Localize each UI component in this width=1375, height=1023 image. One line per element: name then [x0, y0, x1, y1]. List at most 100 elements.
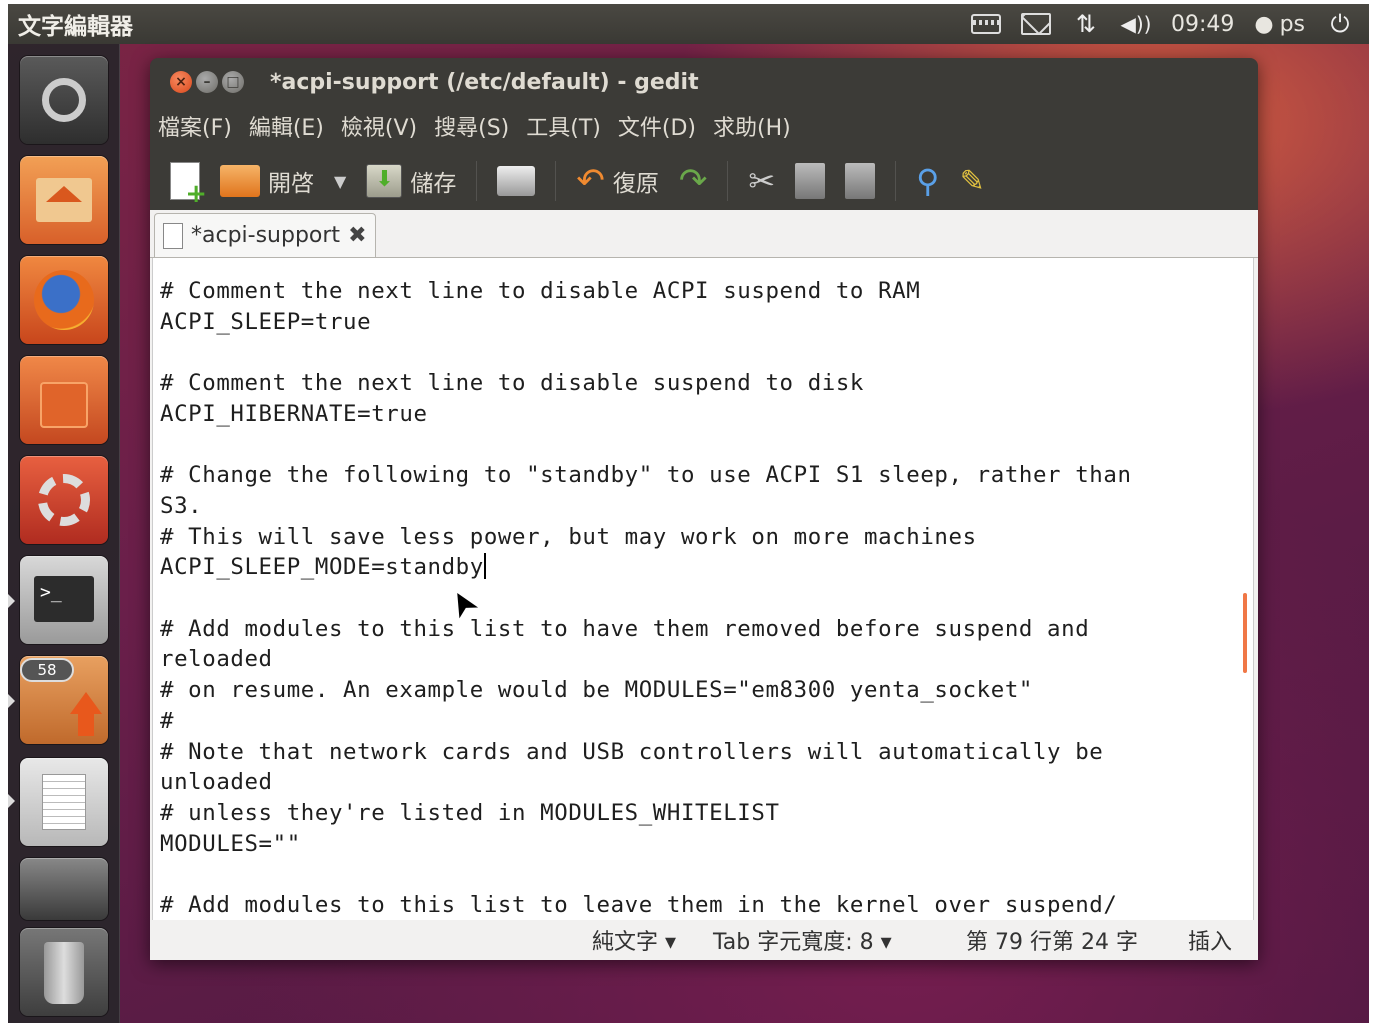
redo-button[interactable]: ↷	[673, 156, 714, 206]
power-icon[interactable]: ⏻	[1325, 10, 1355, 38]
software-center-launcher[interactable]	[20, 356, 108, 444]
workspace-switcher-launcher[interactable]	[20, 858, 108, 920]
menu-bar: 檔案(F) 編輯(E) 檢視(V) 搜尋(S) 工具(T) 文件(D) 求助(H…	[150, 106, 1258, 146]
gedit-window: × – □ *acpi-support (/etc/default) - ged…	[150, 58, 1258, 960]
new-button[interactable]	[164, 156, 207, 209]
code-line: S3.	[160, 492, 203, 519]
scrollbar-thumb[interactable]	[1243, 593, 1247, 673]
code-line: # Change the following to "standby" to u…	[160, 462, 1132, 489]
close-window-button[interactable]: ×	[170, 71, 192, 93]
cursor-position: 第 79 行第 24 字	[966, 930, 1138, 955]
menu-documents[interactable]: 文件(D)	[618, 110, 696, 142]
system-settings-launcher[interactable]	[20, 456, 108, 544]
save-label: 儲存	[410, 171, 457, 197]
ubuntu-logo-icon	[42, 78, 86, 122]
tab-strip: *acpi-support ✖	[150, 210, 1258, 258]
new-document-icon	[170, 162, 207, 209]
toolbar: 開啓 ▼ 儲存 ↶ 復原 ↷ ✂ ⚲	[150, 146, 1258, 216]
user-name: ps	[1279, 11, 1305, 37]
language-selector[interactable]: 純文字 ▾	[592, 924, 676, 956]
code-line: # This will save less power, but may wor…	[160, 523, 977, 550]
top-panel: 文字編輯器 ⇅ ◀)) 09:49 ● ps ⏻	[8, 4, 1369, 44]
open-label: 開啓	[268, 171, 314, 197]
document-pane: *acpi-support ✖ # Comment the next line …	[150, 210, 1258, 960]
undo-label: 復原	[612, 171, 659, 197]
terminal-launcher[interactable]: >_	[20, 556, 108, 644]
code-line: # Comment the next line to disable suspe…	[160, 370, 865, 397]
launcher: >_ 58	[8, 44, 120, 1023]
magnifier-icon: ⚲	[916, 162, 940, 200]
undo-button[interactable]: ↶ 復原	[570, 156, 665, 206]
save-button[interactable]: 儲存	[360, 156, 462, 206]
status-bar: 純文字 ▾ Tab 字元寬度: 8 ▾ 第 79 行第 24 字 插入	[150, 920, 1258, 960]
print-button[interactable]	[491, 156, 541, 206]
maximize-window-button[interactable]: □	[222, 71, 244, 93]
code-line: # Add modules to this list to leave them…	[160, 892, 1118, 919]
network-icon[interactable]: ⇅	[1071, 10, 1101, 38]
menu-edit[interactable]: 編輯(E)	[249, 110, 324, 142]
update-count-badge: 58	[20, 658, 74, 682]
undo-arrow-icon: ↶	[576, 161, 605, 201]
terminal-icon: >_	[34, 576, 94, 622]
open-button[interactable]: 開啓	[214, 156, 320, 206]
user-menu[interactable]: ● ps	[1254, 12, 1305, 37]
menu-view[interactable]: 檢視(V)	[341, 110, 417, 142]
home-folder-launcher[interactable]	[20, 156, 108, 244]
trash-launcher[interactable]	[20, 928, 108, 1016]
find-button[interactable]: ⚲	[910, 156, 945, 206]
clock[interactable]: 09:49	[1171, 12, 1234, 37]
minimize-window-button[interactable]: –	[196, 71, 218, 93]
menu-help[interactable]: 求助(H)	[713, 110, 791, 142]
code-line: unloaded	[160, 769, 273, 796]
mail-icon[interactable]	[1020, 12, 1051, 36]
gear-wrench-icon	[38, 474, 90, 526]
copy-button[interactable]	[789, 156, 831, 206]
code-line: # Note that network cards and USB contro…	[160, 738, 1104, 765]
tab-acpi-support[interactable]: *acpi-support ✖	[154, 213, 376, 257]
user-icon: ●	[1254, 11, 1274, 37]
keyboard-icon[interactable]	[970, 12, 1001, 36]
copy-icon	[795, 163, 826, 199]
code-line: # on resume. An example would be MODULES…	[160, 677, 1033, 704]
tab-width-selector[interactable]: Tab 字元寬度: 8 ▾	[713, 924, 892, 956]
close-tab-icon[interactable]: ✖	[348, 223, 366, 248]
gedit-launcher[interactable]	[20, 758, 108, 846]
window-title: *acpi-support (/etc/default) - gedit	[270, 69, 699, 95]
update-arrow-icon	[70, 692, 102, 714]
volume-icon[interactable]: ◀))	[1120, 12, 1151, 36]
dash-home-button[interactable]	[20, 56, 108, 144]
code-line: ACPI_SLEEP=true	[160, 308, 372, 335]
redo-arrow-icon: ↷	[678, 161, 708, 201]
menu-search[interactable]: 搜尋(S)	[434, 110, 509, 142]
firefox-launcher[interactable]	[20, 256, 108, 344]
text-editor-icon	[42, 774, 86, 830]
document-icon	[163, 222, 183, 249]
code-line: #	[160, 707, 175, 734]
trash-icon	[44, 942, 84, 1004]
code-line: # Add modules to this list to have them …	[160, 615, 1090, 642]
code-text: # Comment the next line to disable ACPI …	[153, 258, 1253, 920]
printer-icon	[497, 166, 536, 196]
menu-tools[interactable]: 工具(T)	[526, 110, 601, 142]
paste-button[interactable]	[839, 156, 881, 206]
save-icon	[366, 164, 403, 198]
firefox-icon	[34, 270, 94, 330]
clipboard-icon	[845, 163, 876, 199]
menu-file[interactable]: 檔案(F)	[158, 110, 232, 142]
insert-mode: 插入	[1188, 930, 1233, 955]
code-line: # Comment the next line to disable ACPI …	[160, 278, 921, 304]
text-editor-area[interactable]: # Comment the next line to disable ACPI …	[152, 258, 1254, 920]
app-title: 文字編輯器	[18, 14, 133, 40]
cut-button[interactable]: ✂	[742, 156, 781, 206]
title-bar[interactable]: × – □ *acpi-support (/etc/default) - ged…	[150, 58, 1258, 106]
open-folder-icon	[220, 165, 260, 197]
code-line: reloaded	[160, 646, 273, 673]
code-line: MODULES=""	[160, 830, 301, 857]
indicator-area: ⇅ ◀)) 09:49 ● ps ⏻	[970, 10, 1369, 38]
replace-button[interactable]: ✎	[954, 156, 991, 206]
recent-files-dropdown[interactable]: ▼	[328, 156, 352, 206]
